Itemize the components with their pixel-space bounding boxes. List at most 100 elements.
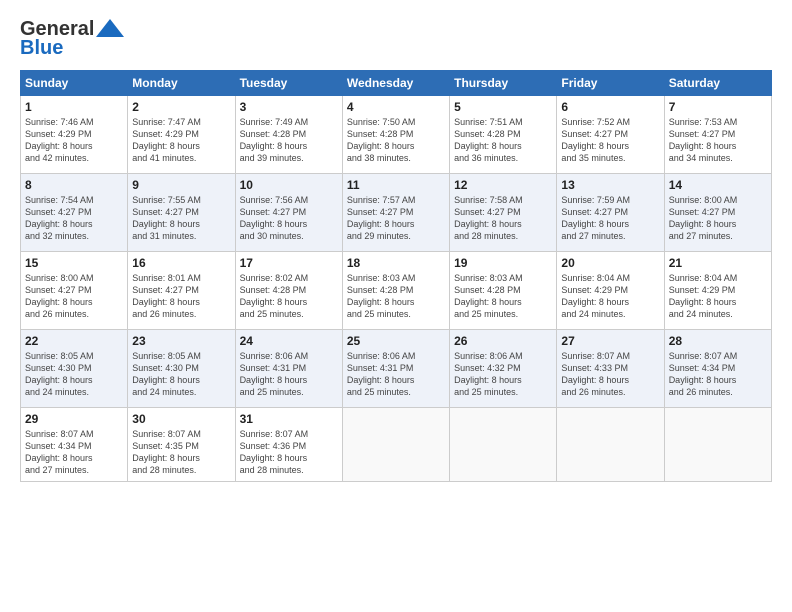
day-info: Sunrise: 7:54 AM Sunset: 4:27 PM Dayligh… bbox=[25, 194, 123, 243]
calendar-page: General Blue SundayMondayTuesdayWednesda… bbox=[0, 0, 792, 612]
day-info: Sunrise: 7:46 AM Sunset: 4:29 PM Dayligh… bbox=[25, 116, 123, 165]
day-number: 12 bbox=[454, 178, 552, 192]
day-number: 21 bbox=[669, 256, 767, 270]
calendar-cell: 6 Sunrise: 7:52 AM Sunset: 4:27 PM Daylig… bbox=[557, 96, 664, 174]
calendar-cell: 28 Sunrise: 8:07 AM Sunset: 4:34 PM Dayli… bbox=[664, 330, 771, 408]
day-number: 8 bbox=[25, 178, 123, 192]
calendar-cell: 11Sunrise: 7:57 AM Sunset: 4:27 PM Dayli… bbox=[342, 174, 449, 252]
day-number: 17 bbox=[240, 256, 338, 270]
day-number: 3 bbox=[240, 100, 338, 114]
calendar-cell: 16 Sunrise: 8:01 AM Sunset: 4:27 PM Dayli… bbox=[128, 252, 235, 330]
calendar-cell: 12 Sunrise: 7:58 AM Sunset: 4:27 PM Dayli… bbox=[450, 174, 557, 252]
header-friday: Friday bbox=[557, 71, 664, 96]
day-number: 5 bbox=[454, 100, 552, 114]
calendar-cell bbox=[342, 408, 449, 482]
day-info: Sunrise: 8:07 AM Sunset: 4:35 PM Dayligh… bbox=[132, 428, 230, 477]
day-info: Sunrise: 7:53 AM Sunset: 4:27 PM Dayligh… bbox=[669, 116, 767, 165]
logo-blue: Blue bbox=[20, 37, 63, 60]
day-info: Sunrise: 8:07 AM Sunset: 4:34 PM Dayligh… bbox=[25, 428, 123, 477]
calendar-cell: 17 Sunrise: 8:02 AM Sunset: 4:28 PM Dayli… bbox=[235, 252, 342, 330]
day-number: 31 bbox=[240, 412, 338, 426]
day-info: Sunrise: 8:07 AM Sunset: 4:33 PM Dayligh… bbox=[561, 350, 659, 399]
calendar-cell: 9 Sunrise: 7:55 AM Sunset: 4:27 PM Daylig… bbox=[128, 174, 235, 252]
day-info: Sunrise: 8:07 AM Sunset: 4:36 PM Dayligh… bbox=[240, 428, 338, 477]
calendar-cell: 10 Sunrise: 7:56 AM Sunset: 4:27 PM Dayli… bbox=[235, 174, 342, 252]
day-number: 4 bbox=[347, 100, 445, 114]
calendar-cell: 8 Sunrise: 7:54 AM Sunset: 4:27 PM Daylig… bbox=[21, 174, 128, 252]
day-number: 24 bbox=[240, 334, 338, 348]
day-info: Sunrise: 7:52 AM Sunset: 4:27 PM Dayligh… bbox=[561, 116, 659, 165]
day-info: Sunrise: 7:50 AM Sunset: 4:28 PM Dayligh… bbox=[347, 116, 445, 165]
header-thursday: Thursday bbox=[450, 71, 557, 96]
calendar-cell: 24 Sunrise: 8:06 AM Sunset: 4:31 PM Dayli… bbox=[235, 330, 342, 408]
day-info: Sunrise: 8:06 AM Sunset: 4:31 PM Dayligh… bbox=[347, 350, 445, 399]
day-info: Sunrise: 7:47 AM Sunset: 4:29 PM Dayligh… bbox=[132, 116, 230, 165]
day-number: 25 bbox=[347, 334, 445, 348]
day-number: 20 bbox=[561, 256, 659, 270]
header-tuesday: Tuesday bbox=[235, 71, 342, 96]
day-info: Sunrise: 7:58 AM Sunset: 4:27 PM Dayligh… bbox=[454, 194, 552, 243]
calendar-cell: 27 Sunrise: 8:07 AM Sunset: 4:33 PM Dayli… bbox=[557, 330, 664, 408]
calendar-cell bbox=[450, 408, 557, 482]
calendar-cell: 19 Sunrise: 8:03 AM Sunset: 4:28 PM Dayli… bbox=[450, 252, 557, 330]
calendar-cell: 21 Sunrise: 8:04 AM Sunset: 4:29 PM Dayli… bbox=[664, 252, 771, 330]
day-number: 19 bbox=[454, 256, 552, 270]
day-info: Sunrise: 8:01 AM Sunset: 4:27 PM Dayligh… bbox=[132, 272, 230, 321]
calendar-cell: 13Sunrise: 7:59 AM Sunset: 4:27 PM Dayli… bbox=[557, 174, 664, 252]
day-number: 9 bbox=[132, 178, 230, 192]
day-info: Sunrise: 8:02 AM Sunset: 4:28 PM Dayligh… bbox=[240, 272, 338, 321]
calendar-cell bbox=[664, 408, 771, 482]
day-info: Sunrise: 8:04 AM Sunset: 4:29 PM Dayligh… bbox=[669, 272, 767, 321]
calendar-cell: 3 Sunrise: 7:49 AM Sunset: 4:28 PM Daylig… bbox=[235, 96, 342, 174]
day-number: 28 bbox=[669, 334, 767, 348]
calendar-cell: 2 Sunrise: 7:47 AM Sunset: 4:29 PM Daylig… bbox=[128, 96, 235, 174]
header: General Blue bbox=[20, 18, 772, 60]
day-number: 18 bbox=[347, 256, 445, 270]
calendar-cell: 29Sunrise: 8:07 AM Sunset: 4:34 PM Dayli… bbox=[21, 408, 128, 482]
calendar-cell: 25 Sunrise: 8:06 AM Sunset: 4:31 PM Dayli… bbox=[342, 330, 449, 408]
day-number: 23 bbox=[132, 334, 230, 348]
day-number: 16 bbox=[132, 256, 230, 270]
calendar-cell: 26 Sunrise: 8:06 AM Sunset: 4:32 PM Dayli… bbox=[450, 330, 557, 408]
day-number: 30 bbox=[132, 412, 230, 426]
header-monday: Monday bbox=[128, 71, 235, 96]
day-info: Sunrise: 8:04 AM Sunset: 4:29 PM Dayligh… bbox=[561, 272, 659, 321]
day-number: 6 bbox=[561, 100, 659, 114]
calendar-cell: 7 Sunrise: 7:53 AM Sunset: 4:27 PM Daylig… bbox=[664, 96, 771, 174]
day-info: Sunrise: 7:59 AM Sunset: 4:27 PM Dayligh… bbox=[561, 194, 659, 243]
calendar-cell: 20 Sunrise: 8:04 AM Sunset: 4:29 PM Dayli… bbox=[557, 252, 664, 330]
day-number: 26 bbox=[454, 334, 552, 348]
header-saturday: Saturday bbox=[664, 71, 771, 96]
day-info: Sunrise: 8:03 AM Sunset: 4:28 PM Dayligh… bbox=[347, 272, 445, 321]
calendar-cell: 4 Sunrise: 7:50 AM Sunset: 4:28 PM Daylig… bbox=[342, 96, 449, 174]
day-number: 27 bbox=[561, 334, 659, 348]
day-info: Sunrise: 8:03 AM Sunset: 4:28 PM Dayligh… bbox=[454, 272, 552, 321]
day-info: Sunrise: 7:49 AM Sunset: 4:28 PM Dayligh… bbox=[240, 116, 338, 165]
calendar-table: SundayMondayTuesdayWednesdayThursdayFrid… bbox=[20, 70, 772, 482]
day-info: Sunrise: 7:51 AM Sunset: 4:28 PM Dayligh… bbox=[454, 116, 552, 165]
calendar-cell: 15 Sunrise: 8:00 AM Sunset: 4:27 PM Dayli… bbox=[21, 252, 128, 330]
day-number: 15 bbox=[25, 256, 123, 270]
calendar-cell: 23 Sunrise: 8:05 AM Sunset: 4:30 PM Dayli… bbox=[128, 330, 235, 408]
day-info: Sunrise: 7:55 AM Sunset: 4:27 PM Dayligh… bbox=[132, 194, 230, 243]
day-info: Sunrise: 7:56 AM Sunset: 4:27 PM Dayligh… bbox=[240, 194, 338, 243]
day-number: 11 bbox=[347, 178, 445, 192]
calendar-cell: 1 Sunrise: 7:46 AM Sunset: 4:29 PM Daylig… bbox=[21, 96, 128, 174]
calendar-cell: 22Sunrise: 8:05 AM Sunset: 4:30 PM Dayli… bbox=[21, 330, 128, 408]
day-number: 10 bbox=[240, 178, 338, 192]
day-info: Sunrise: 8:06 AM Sunset: 4:32 PM Dayligh… bbox=[454, 350, 552, 399]
calendar-cell bbox=[557, 408, 664, 482]
calendar-cell: 18 Sunrise: 8:03 AM Sunset: 4:28 PM Dayli… bbox=[342, 252, 449, 330]
header-wednesday: Wednesday bbox=[342, 71, 449, 96]
day-info: Sunrise: 8:07 AM Sunset: 4:34 PM Dayligh… bbox=[669, 350, 767, 399]
day-number: 2 bbox=[132, 100, 230, 114]
day-number: 22 bbox=[25, 334, 123, 348]
day-number: 1 bbox=[25, 100, 123, 114]
calendar-cell: 14Sunrise: 8:00 AM Sunset: 4:27 PM Dayli… bbox=[664, 174, 771, 252]
day-info: Sunrise: 8:06 AM Sunset: 4:31 PM Dayligh… bbox=[240, 350, 338, 399]
day-info: Sunrise: 8:00 AM Sunset: 4:27 PM Dayligh… bbox=[25, 272, 123, 321]
logo: General Blue bbox=[20, 18, 124, 60]
day-number: 7 bbox=[669, 100, 767, 114]
day-info: Sunrise: 8:05 AM Sunset: 4:30 PM Dayligh… bbox=[132, 350, 230, 399]
calendar-cell: 5 Sunrise: 7:51 AM Sunset: 4:28 PM Daylig… bbox=[450, 96, 557, 174]
